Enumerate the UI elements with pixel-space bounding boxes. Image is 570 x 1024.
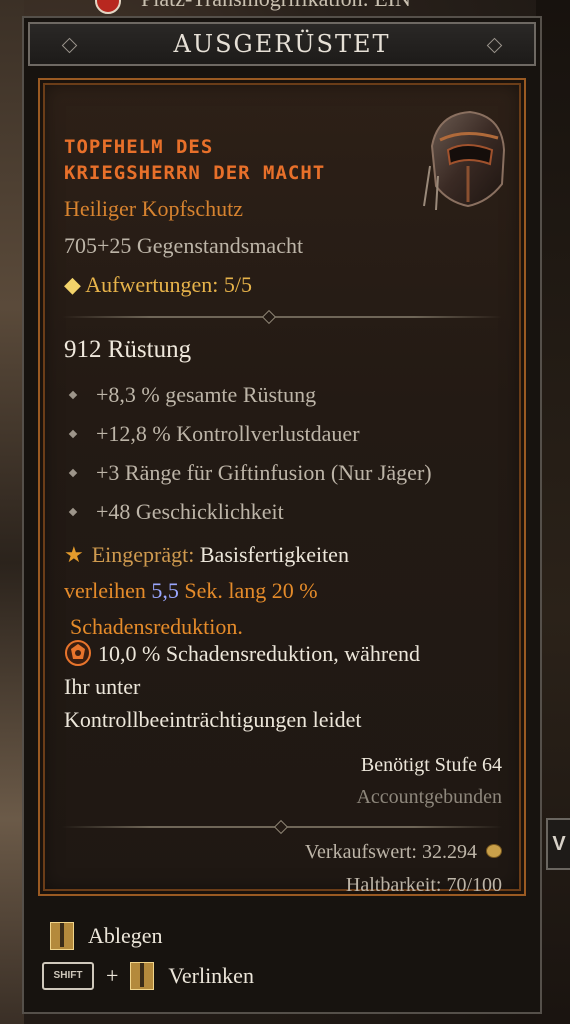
background-left bbox=[0, 0, 24, 1024]
item-power: 705+25 Gegenstandsmacht bbox=[64, 233, 304, 258]
imprint-text: Basisfertigkeiten bbox=[199, 542, 349, 567]
affix-text: +3 Ränge für Giftinfusion (Nur Jäger) bbox=[96, 460, 432, 485]
affix-row: +3 Ränge für Giftinfusion (Nur Jäger) bbox=[68, 460, 432, 486]
header-ornament-right-icon bbox=[486, 37, 503, 54]
unequip-label: Ablegen bbox=[88, 923, 163, 948]
panel-header: AUSGERÜSTET bbox=[28, 22, 536, 66]
imprint-value: 5,5 bbox=[151, 578, 179, 603]
affix-bullet-icon bbox=[68, 507, 78, 517]
helm-item-icon bbox=[423, 110, 506, 211]
affix-text: +12,8 % Kontrollverlustdauer bbox=[96, 421, 360, 446]
mouse-button-icon bbox=[50, 922, 74, 950]
affix-bullet-icon bbox=[68, 468, 78, 478]
gold-coin-icon bbox=[486, 844, 502, 858]
sell-value-text: Verkaufswert: 32.294 bbox=[304, 841, 477, 863]
sell-value: Verkaufswert: 32.294 bbox=[305, 841, 502, 864]
item-name-line1: TOPFHELM DES bbox=[64, 136, 214, 158]
affix-bullet-icon bbox=[68, 429, 78, 439]
divider-ornament-icon bbox=[261, 309, 277, 325]
divider bbox=[62, 316, 502, 318]
aspect-block: 10,0 % Schadensreduktion, während Ihr un… bbox=[64, 637, 504, 736]
imprint-star-icon: ★ bbox=[64, 542, 84, 567]
mouse-button-icon bbox=[130, 962, 155, 990]
imprint-text: verleihen bbox=[64, 578, 146, 603]
imprint-text: Sek. lang 20 % bbox=[184, 578, 318, 603]
divider-ornament-icon bbox=[273, 819, 289, 835]
required-level: Benötigt Stufe 64 bbox=[360, 754, 502, 776]
affix-bullet-icon bbox=[68, 390, 78, 400]
unequip-action[interactable]: Ablegen bbox=[50, 922, 163, 950]
upgrade-diamond-icon: ◆ bbox=[64, 272, 81, 297]
upgrades-row: ◆ Aufwertungen: 5/5 bbox=[64, 272, 252, 298]
account-bound: Accountgebunden bbox=[356, 786, 502, 808]
link-action[interactable]: SHIFT + Verlinken bbox=[42, 962, 254, 990]
item-name: TOPFHELM DES KRIEGSHERRN DER MACHT bbox=[64, 134, 325, 186]
affix-row: +12,8 % Kontrollverlustdauer bbox=[68, 421, 360, 447]
affix-row: +48 Geschicklichkeit bbox=[68, 499, 284, 525]
affix-text: +8,3 % gesamte Rüstung bbox=[96, 382, 317, 407]
aspect-line: Kontrollbeeinträchtigungen leidet bbox=[64, 707, 362, 732]
transmog-icon bbox=[95, 0, 121, 14]
imprint-text: Schadensreduktion. bbox=[70, 614, 243, 639]
item-type: Heiliger Kopfschutz bbox=[64, 196, 243, 221]
imprinted-aspect: ★ Eingeprägt: Basisfertigkeiten verleihen… bbox=[64, 537, 504, 645]
shift-key-icon: SHIFT bbox=[42, 962, 94, 990]
affix-text: +48 Geschicklichkeit bbox=[96, 499, 284, 524]
link-label: Verlinken bbox=[168, 963, 254, 988]
imprint-label: Eingeprägt: bbox=[91, 542, 195, 567]
durability: Haltbarkeit: 70/100 bbox=[345, 874, 502, 896]
upgrades-text: Aufwertungen: 5/5 bbox=[85, 272, 253, 297]
aspect-line: Ihr unter bbox=[64, 674, 141, 699]
transmog-status: Platz-Transmogrifikation: EIN bbox=[95, 0, 411, 14]
panel-title: AUSGERÜSTET bbox=[173, 30, 391, 58]
item-tooltip-panel: AUSGERÜSTET TOPFHELM DES KRIEGSHERRN DER… bbox=[22, 16, 542, 1014]
plus-sign: + bbox=[106, 963, 119, 988]
item-card: TOPFHELM DES KRIEGSHERRN DER MACHT Heili… bbox=[38, 78, 526, 896]
side-tab-button[interactable]: V bbox=[546, 818, 570, 870]
aspect-emblem-icon bbox=[65, 640, 91, 666]
armor-value: 912 Rüstung bbox=[64, 336, 192, 363]
transmog-status-text: Platz-Transmogrifikation: EIN bbox=[141, 0, 411, 11]
header-ornament-left-icon bbox=[61, 37, 78, 54]
affix-row: +8,3 % gesamte Rüstung bbox=[68, 382, 317, 408]
item-name-line2: KRIEGSHERRN DER MACHT bbox=[64, 162, 326, 184]
aspect-line: 10,0 % Schadensreduktion, während bbox=[98, 641, 420, 666]
